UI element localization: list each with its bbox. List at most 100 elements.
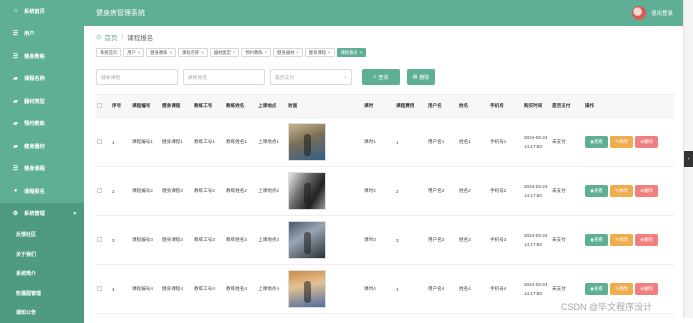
collapse-handle-icon[interactable]: ‹ [684, 151, 693, 167]
batch-delete-button[interactable]: ▤ 删除 [407, 69, 435, 85]
cover-image[interactable] [288, 221, 326, 259]
sidebar-item-7[interactable]: ☰ 健身课程 [0, 158, 84, 181]
column-header[interactable]: 健身课程 [162, 103, 194, 109]
column-header[interactable]: 课程编号 [132, 103, 162, 109]
delete-button[interactable]: ⊗ 删除 [635, 234, 658, 246]
close-icon[interactable]: × [138, 50, 141, 55]
row-checkbox[interactable] [96, 286, 112, 292]
cell-no: 4 [112, 286, 115, 292]
sidebar-item-6[interactable]: ▰ 健身器材 [0, 135, 84, 158]
user-menu[interactable]: 退出登录 [631, 6, 673, 20]
breadcrumb-separator: / [121, 33, 124, 41]
column-header[interactable]: 用户名 [428, 103, 459, 109]
cell-place: 上课地点4 [258, 286, 279, 291]
sidebar-item-2[interactable]: ☰ 健身教练 [0, 45, 84, 68]
tag-6[interactable]: 健身器材 × [273, 48, 303, 57]
sidebar-item-4[interactable]: ▰ 器材类型 [0, 90, 84, 113]
select-all-checkbox[interactable] [96, 103, 112, 109]
view-button[interactable]: ◉ 查看 [585, 234, 608, 246]
tag-1[interactable]: 用户 × [123, 48, 145, 57]
column-header[interactable]: 是否支付 [552, 103, 585, 109]
column-header[interactable]: 教练姓名 [226, 103, 258, 109]
cover-image[interactable] [288, 123, 326, 161]
course-search-input[interactable]: 健身课程 [96, 69, 178, 85]
close-icon[interactable]: × [265, 50, 268, 55]
coach-search-input[interactable]: 教练姓名 [183, 69, 265, 85]
edit-button[interactable]: ✎ 修改 [610, 283, 633, 295]
tag-8[interactable]: 课程报名 × [336, 48, 367, 57]
row-actions: ◉ 查看 ✎ 修改 ⊗ 删除 [585, 283, 665, 295]
tag-4[interactable]: 器材类型 × [209, 48, 240, 57]
row-checkbox[interactable] [96, 237, 112, 243]
close-icon[interactable]: × [201, 50, 204, 55]
view-button[interactable]: ◉ 查看 [585, 185, 608, 197]
logout-link[interactable]: 退出登录 [651, 9, 673, 17]
cover-image[interactable] [288, 172, 326, 210]
sidebar: ⌂ 系统首页 ☰ 用户 ☰ 健身教练 ▰ 课程名称 ▰ 器材类型 ▰ 预约教练 ▰ 健身器材 ☰ 健身课程 ● 课… [0, 0, 84, 323]
delete-button[interactable]: ⊗ 删除 [635, 185, 658, 197]
column-header[interactable]: 序号 [112, 103, 132, 109]
column-header[interactable]: 手机号 [490, 103, 524, 109]
edit-button[interactable]: ✎ 修改 [610, 185, 633, 197]
close-icon[interactable]: × [296, 50, 299, 55]
row-actions: ◉ 查看 ✎ 修改 ⊗ 删除 [585, 234, 665, 246]
tag-0[interactable]: 系统首页 [96, 48, 122, 57]
edit-button[interactable]: ✎ 修改 [610, 234, 633, 246]
column-header[interactable]: 姓名 [459, 103, 490, 109]
close-icon[interactable]: × [328, 50, 331, 55]
column-header[interactable]: 课时 [364, 103, 396, 109]
sidebar-subitem-2[interactable]: 系统简介 [0, 264, 84, 284]
sidebar-subitem-0[interactable]: 反馈社区 [0, 225, 84, 245]
sidebar-item-8[interactable]: ● 课程报名 [0, 180, 84, 203]
pay-status-select[interactable]: 是否支付 ⌄ [270, 69, 352, 85]
cell-paid: 未支付 [552, 237, 566, 242]
column-header[interactable]: 上课地点 [258, 103, 288, 109]
row-checkbox[interactable] [96, 188, 112, 194]
sidebar-subitem-3[interactable]: 轮播图管理 [0, 284, 84, 304]
sidebar-item-3[interactable]: ▰ 课程名称 [0, 68, 84, 91]
delete-button[interactable]: ⊗ 删除 [635, 283, 658, 295]
sidebar-item-label: 预约教练 [24, 121, 45, 128]
action-group: ◉ 查看 ✎ 修改 ⊗ 删除 [585, 185, 665, 197]
tag-7[interactable]: 健身课程 × [304, 48, 335, 57]
sidebar-subitem-1[interactable]: 关于我们 [0, 245, 84, 265]
tag-3[interactable]: 课程名称 × [178, 48, 208, 57]
checkbox-box [97, 139, 102, 144]
close-icon[interactable]: × [169, 50, 172, 55]
purchase-clock: 14:17:50 [524, 193, 542, 198]
sidebar-item-0[interactable]: ⌂ 系统首页 [0, 0, 84, 23]
chat-icon: ▰ [13, 98, 18, 105]
column-header[interactable]: 教练工号 [194, 103, 226, 109]
sidebar-item-9[interactable]: ⚙ 系统管理 ▾ [0, 202, 84, 225]
column-header[interactable]: 购买时间 [524, 103, 552, 109]
view-button[interactable]: ◉ 查看 [585, 136, 608, 148]
enrollment-table: 序号 课程编号 健身课程 教练工号 教练姓名 上课地点 封面 课时 课程费用 用户名 姓名 手机号 购买… [96, 94, 674, 314]
cell-hours: 课时3 [364, 237, 376, 242]
cell-hours: 课时2 [364, 188, 376, 193]
purchase-time: 2024-03-24 14:17:50 [524, 182, 552, 200]
breadcrumb-home[interactable]: 首页 [104, 32, 117, 42]
sidebar-subitem-4[interactable]: 通知公告 [0, 303, 84, 323]
purchase-time: 2024-03-24 14:17:50 [524, 231, 552, 249]
tag-2[interactable]: 健身教练 × [146, 48, 176, 57]
search-button[interactable]: ⌕ 查询 [362, 69, 400, 85]
column-header[interactable]: 课程费用 [396, 103, 428, 109]
sidebar-item-label: 用户 [24, 31, 35, 38]
view-button[interactable]: ◉ 查看 [585, 283, 608, 295]
sidebar-item-1[interactable]: ☰ 用户 [0, 23, 84, 46]
column-header[interactable]: 封面 [288, 103, 364, 109]
cell-hours: 课时4 [364, 286, 376, 291]
delete-label: 删除 [643, 188, 653, 193]
tag-5[interactable]: 预约教练 × [241, 48, 272, 57]
row-checkbox[interactable] [96, 139, 112, 145]
cell-coach_id: 教练工号4 [194, 286, 215, 291]
search-button-label: 查询 [378, 74, 389, 81]
delete-button[interactable]: ⊗ 删除 [635, 136, 658, 148]
close-icon[interactable]: × [360, 50, 363, 55]
close-icon[interactable]: × [233, 50, 236, 55]
sidebar-item-5[interactable]: ▰ 预约教练 [0, 113, 84, 136]
person-figure [304, 281, 311, 303]
cover-image[interactable] [288, 270, 326, 308]
edit-button[interactable]: ✎ 修改 [610, 136, 633, 148]
cell-no: 3 [112, 237, 115, 243]
